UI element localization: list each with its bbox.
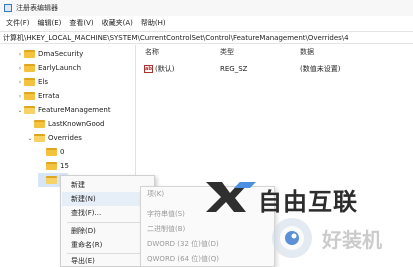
tree-item-0[interactable]: 0	[38, 145, 64, 159]
menu-item-label: 重命名(R)	[71, 241, 103, 249]
menu-item-label: 新建	[71, 181, 85, 189]
list-header: 名称 类型 数据	[137, 45, 413, 59]
folder-open-icon	[24, 106, 35, 114]
menu-item-rename[interactable]: 重命名(R)	[71, 238, 151, 252]
menu-item-export[interactable]: 导出(E)	[71, 254, 151, 267]
watermark-logo: 自由互联	[200, 176, 400, 216]
menu-edit[interactable]: 编辑(E)	[34, 18, 66, 28]
menu-item-label: 导出(E)	[71, 257, 95, 265]
value-type: REG_SZ	[220, 65, 248, 73]
menu-item-label: 删除(D)	[71, 227, 96, 235]
column-header-name[interactable]: 名称	[145, 47, 159, 57]
folder-icon	[46, 162, 57, 170]
string-value-icon: ab	[144, 65, 153, 73]
registry-editor-icon	[4, 4, 12, 12]
menu-separator	[67, 222, 149, 223]
value-name: (默认)	[155, 65, 175, 73]
submenu-item-label: DWORD (32 位)值(D)	[147, 240, 219, 248]
folder-icon	[24, 64, 35, 72]
tree-item-label: FeatureManagement	[38, 106, 111, 114]
column-header-type[interactable]: 类型	[220, 47, 234, 57]
menu-item-find[interactable]: 查找(F)...	[71, 206, 151, 220]
folder-icon	[34, 120, 45, 128]
tree-item-featuremanagement[interactable]: ⌄ FeatureManagement	[16, 103, 111, 117]
address-path: 计算机\HKEY_LOCAL_MACHINE\SYSTEM\CurrentCon…	[3, 33, 349, 42]
tree-item-label: DmaSecurity	[38, 50, 84, 58]
folder-icon	[46, 148, 57, 156]
menu-item-label: 新建(N)	[71, 195, 96, 203]
tree-item-overrides[interactable]: ⌄ Overrides	[26, 131, 82, 145]
menu-item-label: 查找(F)...	[71, 209, 102, 217]
tree-item-label: 0	[60, 148, 65, 156]
chevron-down-icon[interactable]: ⌄	[26, 135, 34, 142]
chevron-right-icon[interactable]: ›	[16, 65, 24, 72]
column-header-data[interactable]: 数据	[300, 47, 314, 57]
folder-icon	[24, 92, 35, 100]
chevron-right-icon[interactable]: ›	[16, 93, 24, 100]
tree-item-label: EarlyLaunch	[38, 64, 82, 72]
submenu-item-string[interactable]: 字符串值(S)	[147, 207, 185, 221]
folder-icon	[24, 50, 35, 58]
chevron-down-icon[interactable]: ⌄	[16, 107, 24, 114]
folder-open-icon	[46, 176, 57, 184]
menu-file[interactable]: 文件(F)	[2, 18, 34, 28]
menu-item-new-header[interactable]: 新建	[71, 178, 151, 192]
tree-item-errata[interactable]: › Errata	[16, 89, 59, 103]
tree-item-dmasecurity[interactable]: › DmaSecurity	[16, 47, 83, 61]
chevron-right-icon[interactable]: ›	[16, 79, 24, 86]
window-title: 注册表编辑器	[16, 4, 58, 12]
chevron-right-icon[interactable]: ›	[16, 51, 24, 58]
tree-item-15[interactable]: 15	[38, 159, 69, 173]
submenu-item-label: QWORD (64 位)值(Q)	[147, 255, 219, 263]
submenu-item-label: 字符串值(S)	[147, 210, 185, 218]
watermark-text-1: 自由互联	[258, 188, 358, 216]
folder-open-icon	[34, 134, 45, 142]
tree-item-lastknowngood[interactable]: LastKnownGood	[26, 117, 105, 131]
watermark-badge-icon	[270, 216, 314, 260]
menu-item-delete[interactable]: 删除(D)	[71, 224, 151, 238]
list-item[interactable]: ab (默认) REG_SZ (数值未设置)	[137, 62, 413, 76]
tree-item-label: Els	[38, 78, 49, 86]
tree-item-earlylaunch[interactable]: › EarlyLaunch	[16, 61, 81, 75]
folder-icon	[24, 78, 35, 86]
value-data: (数值未设置)	[300, 65, 341, 73]
address-bar[interactable]: 计算机\HKEY_LOCAL_MACHINE\SYSTEM\CurrentCon…	[0, 31, 413, 44]
menu-favorites[interactable]: 收藏夹(A)	[98, 18, 137, 28]
submenu-item-qword[interactable]: QWORD (64 位)值(Q)	[147, 252, 219, 266]
submenu-item-dword[interactable]: DWORD (32 位)值(D)	[147, 237, 219, 251]
tree-item-els[interactable]: › Els	[16, 75, 48, 89]
menu-bar: 文件(F) 编辑(E) 查看(V) 收藏夹(A) 帮助(H)	[0, 16, 413, 30]
tree-item-label: 15	[60, 162, 69, 170]
submenu-item-label: 二进制值(B)	[147, 225, 186, 233]
submenu-item-binary[interactable]: 二进制值(B)	[147, 222, 185, 236]
title-bar: 注册表编辑器	[0, 0, 413, 16]
menu-view[interactable]: 查看(V)	[65, 18, 97, 28]
tree-item-label: Overrides	[48, 134, 82, 142]
tree-item-label: Errata	[38, 92, 60, 100]
tree-item-label: LastKnownGood	[48, 120, 105, 128]
submenu-item-label: 项(K)	[147, 190, 165, 198]
menu-help[interactable]: 帮助(H)	[137, 18, 170, 28]
submenu-item-key[interactable]: 项(K)	[147, 187, 164, 201]
watermark-text-2: 好装机	[322, 228, 382, 252]
